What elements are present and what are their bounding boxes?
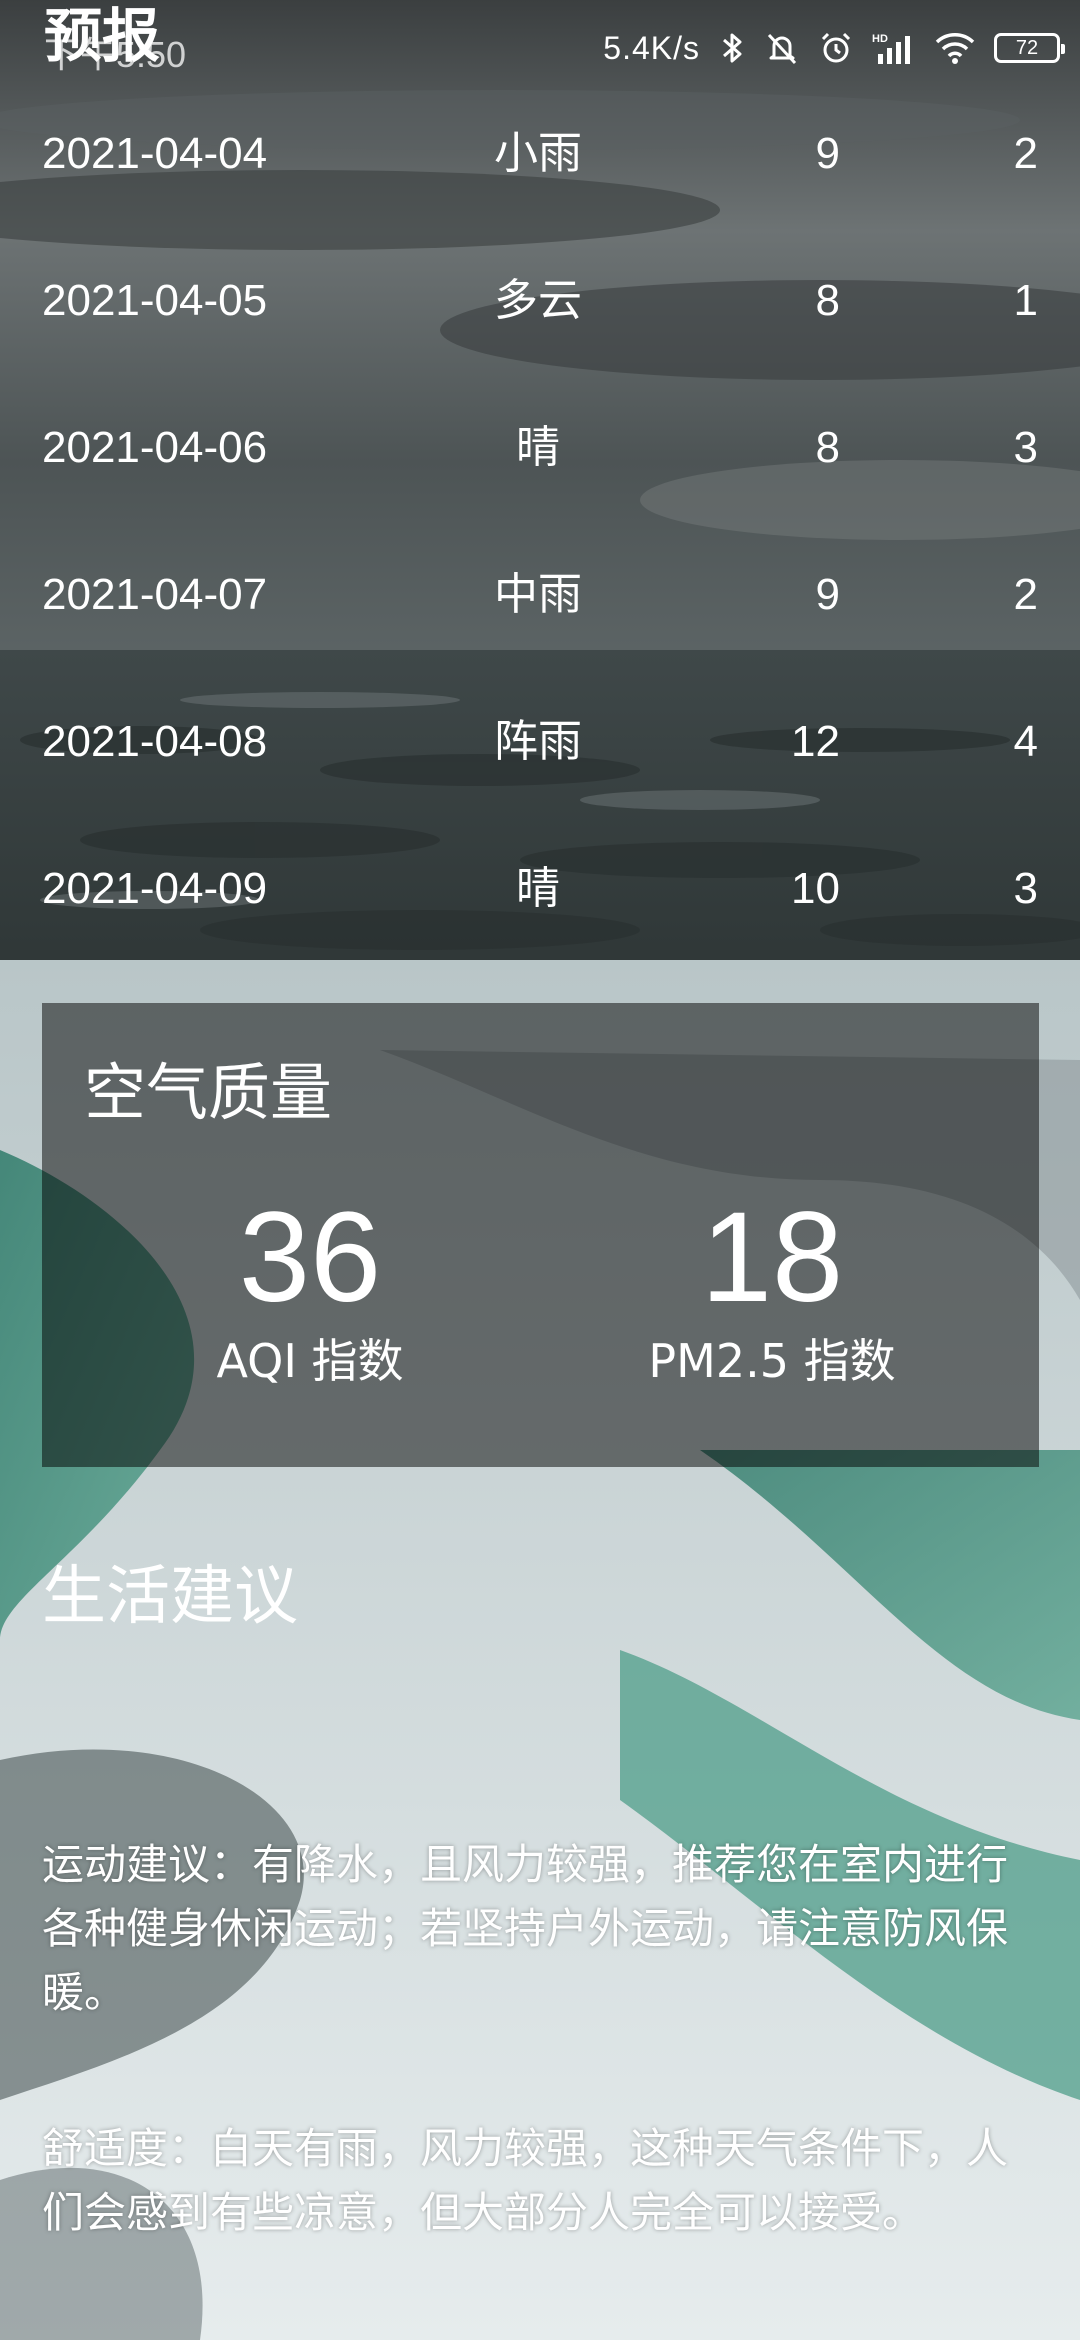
page-title: 预报 [44,2,161,70]
alarm-clock-icon [818,30,854,66]
forecast-row: 2021-04-06 晴 8 3 [0,384,1080,531]
forecast-min-temp: 1 [1013,276,1038,325]
forecast-max-temp: 8 [815,423,840,472]
comfort-suggestion-text: 舒适度：白天有雨，风力较强，这种天气条件下，人们会感到有些凉意，但大部分人完全可… [42,2124,1009,2237]
forecast-min-temp: 3 [1013,864,1038,913]
forecast-min-temp: 2 [1013,570,1038,619]
forecast-list: 2021-04-04 小雨 9 2 2021-04-05 多云 8 1 2021… [0,90,1080,972]
forecast-min-temp: 2 [1013,129,1038,178]
forecast-condition: 阵雨 [494,716,582,767]
forecast-max-temp: 8 [815,276,840,325]
forecast-condition: 晴 [516,422,560,473]
forecast-date: 2021-04-05 [42,276,268,325]
forecast-date: 2021-04-04 [42,129,268,178]
forecast-max-temp: 10 [791,864,840,913]
forecast-condition: 晴 [516,863,560,914]
forecast-row: 2021-04-07 中雨 9 2 [0,531,1080,678]
forecast-date: 2021-04-06 [42,423,268,472]
wifi-icon [934,30,976,66]
forecast-row: 2021-04-05 多云 8 1 [0,237,1080,384]
forecast-row: 2021-04-09 晴 10 3 [0,825,1080,972]
air-quality-title: 空气质量 [84,1056,333,1129]
aqi-block: 36 AQI 指数 [80,1193,540,1391]
forecast-max-temp: 9 [815,129,840,178]
pm25-label: PM2.5 指数 [648,1334,896,1388]
aqi-label: AQI 指数 [216,1334,404,1388]
pm25-value: 18 [700,1186,844,1329]
svg-text:HD: HD [872,33,888,45]
network-speed: 5.4K/s [603,29,700,66]
forecast-row: 2021-04-04 小雨 9 2 [0,90,1080,237]
forecast-row: 2021-04-08 阵雨 12 4 [0,678,1080,825]
hd-signal-icon: HD [872,30,916,66]
forecast-date: 2021-04-08 [42,717,268,766]
forecast-date: 2021-04-07 [42,570,268,619]
battery-icon: 72 [994,33,1065,63]
sport-suggestion-text: 运动建议：有降水，且风力较强，推荐您在室内进行各种健身休闲运动；若坚持户外运动，… [42,1840,1009,2017]
aqi-value: 36 [238,1186,382,1329]
forecast-min-temp: 4 [1013,717,1038,766]
forecast-condition: 小雨 [494,128,582,179]
bluetooth-icon [718,30,746,66]
air-quality-card: 空气质量 36 AQI 指数 18 PM2.5 指数 [42,1003,1039,1467]
forecast-max-temp: 9 [815,570,840,619]
forecast-date: 2021-04-09 [42,864,268,913]
forecast-max-temp: 12 [791,717,840,766]
forecast-condition: 多云 [494,275,582,326]
mute-bell-icon [764,30,800,66]
forecast-min-temp: 3 [1013,423,1038,472]
life-suggestion-title: 生活建议 [42,1560,298,1634]
status-icons: 5.4K/s HD 72 [603,22,1065,74]
status-bar: 下午5:50 预报 5.4K/s HD 72 [0,0,1080,96]
forecast-condition: 中雨 [494,569,582,620]
pm25-block: 18 PM2.5 指数 [542,1193,1002,1391]
